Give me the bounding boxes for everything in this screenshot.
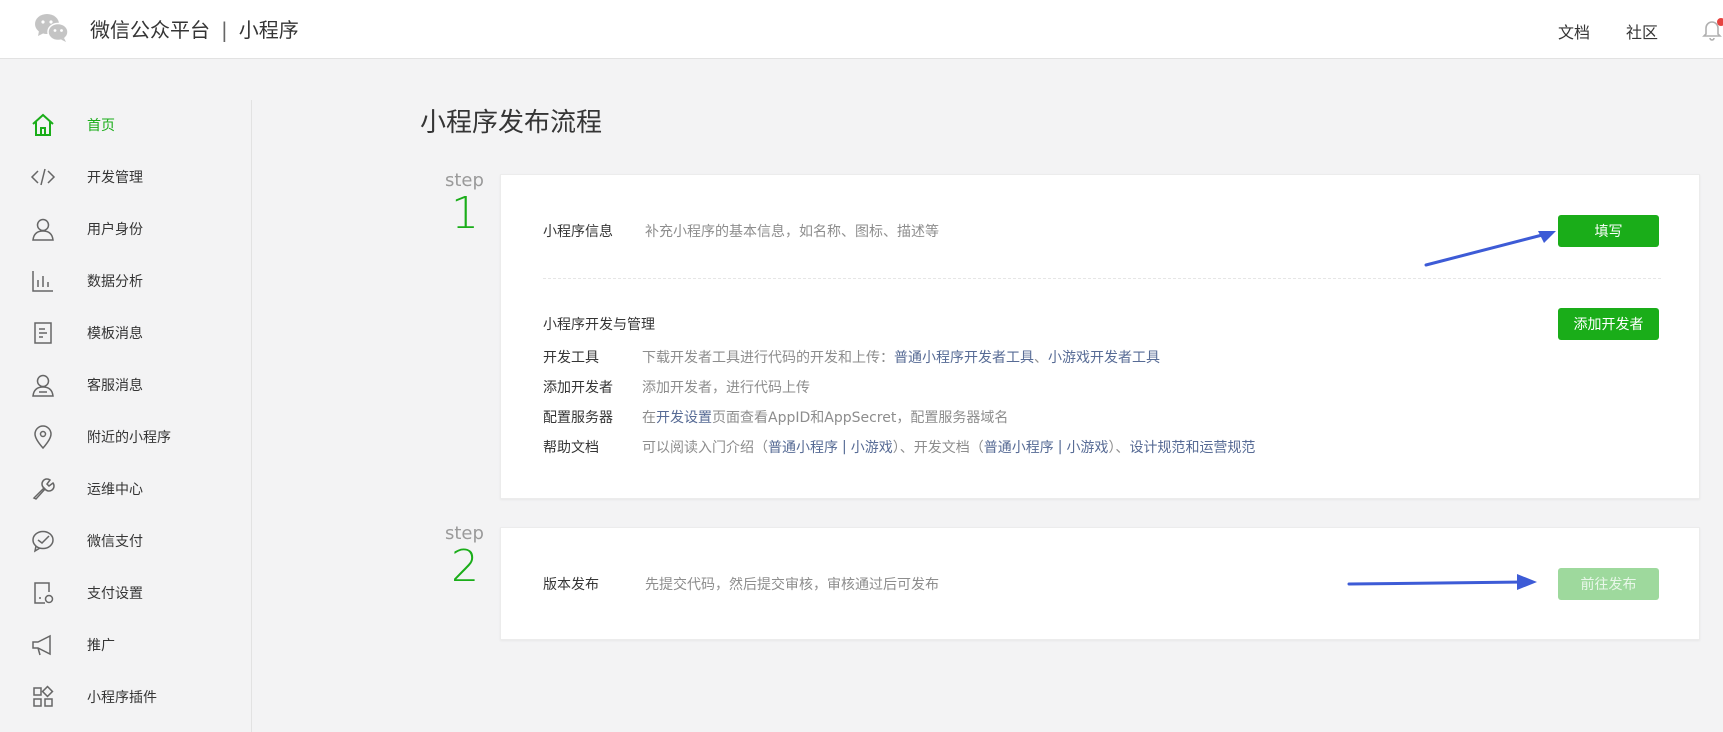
brand-title: 微信公众平台 | 小程序 xyxy=(90,14,299,43)
add-developer-row: 添加开发者 添加开发者，进行代码上传 xyxy=(543,377,810,397)
bar-chart-icon xyxy=(32,271,53,292)
release-label: 版本发布 xyxy=(543,577,599,593)
dev-tools-text: 下载开发者工具进行代码的开发和上传： xyxy=(642,350,894,366)
step-2-number: 2 xyxy=(451,541,479,592)
sidebar-item-label: 首页 xyxy=(87,118,115,134)
sidebar-item-label: 数据分析 xyxy=(87,274,143,290)
sidebar-item-dev-management[interactable]: 开发管理 xyxy=(30,159,230,195)
docs-normal-link[interactable]: 普通小程序 xyxy=(984,437,1054,457)
go-release-button[interactable]: 前往发布 xyxy=(1558,568,1659,600)
customer-service-icon xyxy=(32,374,54,397)
community-link[interactable]: 社区 xyxy=(1626,19,1658,43)
location-pin-icon xyxy=(34,425,52,450)
brand-separator: | xyxy=(221,18,228,42)
payment-settings-icon xyxy=(34,582,54,604)
dev-settings-link[interactable]: 开发设置 xyxy=(656,407,712,427)
help-docs-row: 帮助文档 可以阅读入门介绍（ 普通小程序 | 小游戏 ）、开发文档（ 普通小程序… xyxy=(543,437,1255,457)
intro-normal-link[interactable]: 普通小程序 xyxy=(768,437,838,457)
link-separator: | xyxy=(1057,439,1063,455)
normal-devtools-link[interactable]: 普通小程序开发者工具 xyxy=(894,347,1034,367)
step-1-number: 1 xyxy=(451,188,479,239)
sidebar-item-label: 小程序插件 xyxy=(87,690,157,706)
add-developer-text: 添加开发者，进行代码上传 xyxy=(642,380,810,396)
docs-link[interactable]: 文档 xyxy=(1558,19,1590,43)
wrench-icon xyxy=(32,478,55,500)
sidebar-item-label: 微信支付 xyxy=(87,534,143,550)
page-title: 小程序发布流程 xyxy=(420,108,603,138)
sidebar-item-label: 附近的小程序 xyxy=(87,430,171,446)
step-1-card: 小程序信息 补充小程序的基本信息，如名称、图标、描述等 填写 小程序开发与管理 … xyxy=(500,174,1700,499)
server-config-row: 配置服务器 在 开发设置 页面查看AppID和AppSecret，配置服务器域名 xyxy=(543,407,1008,427)
sidebar-item-promotion[interactable]: 推广 xyxy=(30,627,230,663)
sidebar-divider xyxy=(251,100,252,732)
sidebar: 首页 开发管理 用户身份 数据分析 模板消息 客服消息 附近的小程序 运维中心 … xyxy=(0,60,252,732)
fill-info-button[interactable]: 填写 xyxy=(1558,215,1659,247)
sidebar-item-data-analysis[interactable]: 数据分析 xyxy=(30,263,230,299)
docs-minigame-link[interactable]: 小游戏 xyxy=(1066,437,1108,457)
sidebar-item-plugins[interactable]: 小程序插件 xyxy=(30,679,230,715)
server-config-pre: 在 xyxy=(642,410,656,426)
sidebar-item-label: 模板消息 xyxy=(87,326,143,342)
sidebar-item-label: 推广 xyxy=(87,638,115,654)
help-docs-and: 和 xyxy=(1185,440,1200,456)
link-separator: | xyxy=(842,439,847,455)
code-icon xyxy=(30,168,56,186)
sidebar-item-label: 开发管理 xyxy=(87,170,143,186)
wechat-pay-icon xyxy=(32,530,54,553)
minigame-devtools-link[interactable]: 小游戏开发者工具 xyxy=(1048,347,1160,367)
sidebar-item-ops-center[interactable]: 运维中心 xyxy=(30,471,230,507)
add-developer-button[interactable]: 添加开发者 xyxy=(1558,308,1659,340)
operation-spec-link[interactable]: 运营规范 xyxy=(1199,437,1255,457)
document-icon xyxy=(34,322,52,344)
notification-bell-icon[interactable] xyxy=(1700,17,1723,41)
info-description: 补充小程序的基本信息，如名称、图标、描述等 xyxy=(645,224,939,240)
brand-name: 微信公众平台 xyxy=(90,18,210,42)
dev-tools-sep: 、 xyxy=(1034,350,1048,366)
help-docs-key: 帮助文档 xyxy=(543,440,599,456)
help-docs-mid: ）、开发文档（ xyxy=(892,440,984,456)
sidebar-item-label: 客服消息 xyxy=(87,378,143,394)
help-docs-pre: 可以阅读入门介绍（ xyxy=(642,440,768,456)
dev-tools-row: 开发工具 下载开发者工具进行代码的开发和上传： 普通小程序开发者工具 、 小游戏… xyxy=(543,347,1160,367)
release-description: 先提交代码，然后提交审核，审核通过后可发布 xyxy=(645,577,939,593)
annotation-arrow-icon xyxy=(1424,231,1556,267)
plugin-grid-icon xyxy=(33,685,54,707)
sidebar-item-label: 用户身份 xyxy=(87,222,143,238)
top-header: 微信公众平台 | 小程序 文档 社区 xyxy=(0,0,1723,59)
annotation-arrow-icon xyxy=(1347,574,1537,590)
section-divider xyxy=(543,278,1661,279)
sidebar-item-label: 支付设置 xyxy=(87,586,143,602)
sidebar-item-nearby-miniprogram[interactable]: 附近的小程序 xyxy=(30,419,230,455)
sidebar-item-label: 运维中心 xyxy=(87,482,143,498)
sidebar-item-payment-settings[interactable]: 支付设置 xyxy=(30,575,230,611)
product-name: 小程序 xyxy=(238,18,299,42)
info-label: 小程序信息 xyxy=(543,224,613,240)
dev-tools-key: 开发工具 xyxy=(543,350,599,366)
megaphone-icon xyxy=(32,634,51,656)
dev-section-title: 小程序开发与管理 xyxy=(543,317,655,333)
sidebar-item-wechat-pay[interactable]: 微信支付 xyxy=(30,523,230,559)
sidebar-item-home[interactable]: 首页 xyxy=(30,107,230,143)
add-developer-key: 添加开发者 xyxy=(543,380,613,396)
server-config-key: 配置服务器 xyxy=(543,410,613,426)
intro-minigame-link[interactable]: 小游戏 xyxy=(851,437,893,457)
server-config-post: 页面查看AppID和AppSecret，配置服务器域名 xyxy=(712,410,1009,426)
help-docs-mid2: ）、 xyxy=(1108,440,1130,456)
design-spec-link[interactable]: 设计规范 xyxy=(1129,437,1185,457)
sidebar-item-template-message[interactable]: 模板消息 xyxy=(30,315,230,351)
user-icon xyxy=(32,218,54,241)
sidebar-item-customer-message[interactable]: 客服消息 xyxy=(30,367,230,403)
home-icon xyxy=(32,113,54,136)
wechat-logo-icon xyxy=(35,14,69,42)
sidebar-item-user-identity[interactable]: 用户身份 xyxy=(30,211,230,247)
